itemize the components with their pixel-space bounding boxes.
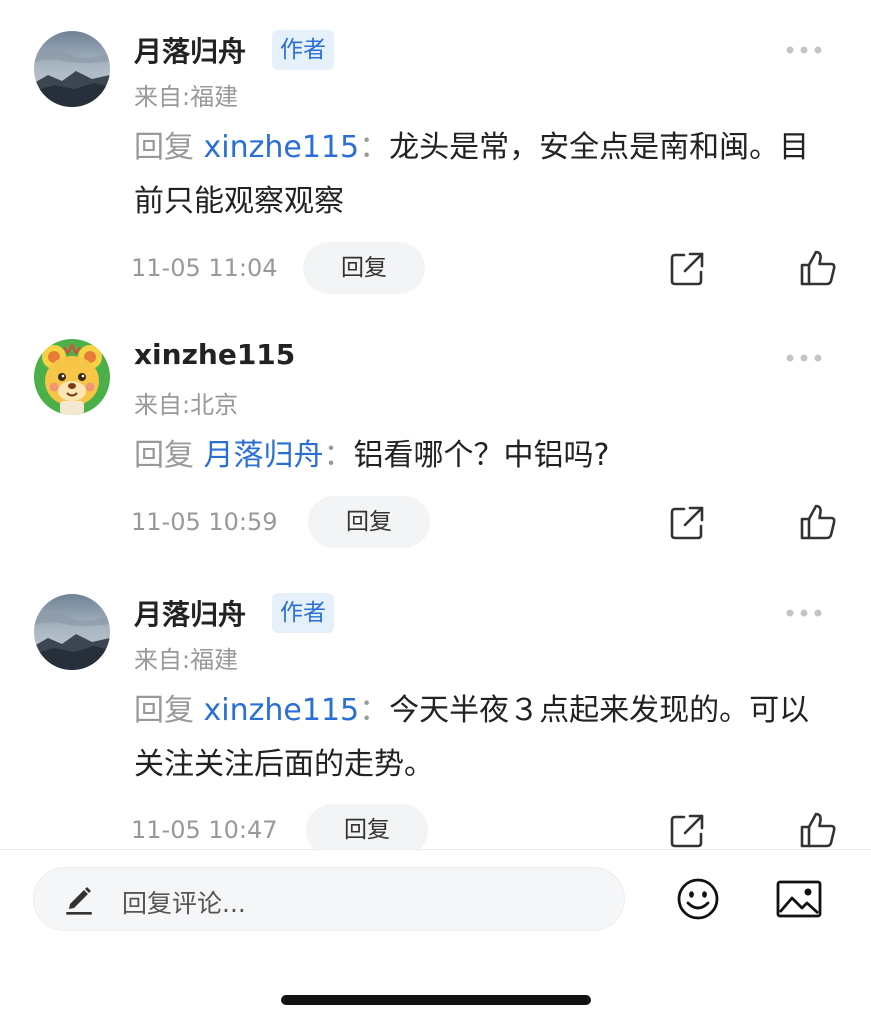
location-label: 来自:福建: [134, 646, 239, 674]
avatar[interactable]: [34, 339, 110, 415]
reply-prefix: 回复: [134, 130, 194, 165]
comment-meta-row: 11-05 11:04 回复: [0, 242, 871, 296]
share-icon[interactable]: [668, 812, 706, 849]
timestamp: 11-05 10:47: [131, 816, 278, 844]
timestamp: 11-05 10:59: [131, 508, 278, 536]
username[interactable]: 月落归舟: [134, 593, 246, 633]
reply-target-link[interactable]: 月落归舟: [204, 438, 324, 473]
reply-comment-input[interactable]: 回复评论...: [33, 867, 625, 931]
comment-text-block: 回复 月落归舟：铝看哪个？中铝吗?: [134, 429, 834, 483]
comment-item: 月落归舟 作者 来自:福建 回复 xinzhe115：龙头是常，安全点是南和闽。…: [0, 0, 871, 300]
reply-target-link[interactable]: xinzhe115: [204, 130, 360, 165]
thumbs-up-icon[interactable]: [798, 248, 838, 288]
emoji-icon[interactable]: [676, 877, 720, 921]
username[interactable]: xinzhe115: [134, 338, 295, 371]
reply-separator: ：: [323, 438, 354, 473]
comment-text-block: 回复 xinzhe115：今天半夜３点起来发现的。可以关注关注后面的走势。: [134, 684, 834, 792]
more-dots-icon[interactable]: [784, 607, 824, 619]
image-icon[interactable]: [776, 880, 822, 918]
avatar[interactable]: [34, 594, 110, 670]
comment-meta-row: 11-05 10:59 回复: [0, 496, 871, 550]
bottom-reply-bar: 回复评论...: [0, 849, 871, 1025]
comment-item: 月落归舟 作者 来自:福建 回复 xinzhe115：今天半夜３点起来发现的。可…: [0, 563, 871, 849]
reply-button[interactable]: 回复: [308, 496, 430, 548]
timestamp: 11-05 11:04: [131, 254, 278, 282]
reply-separator: ：: [359, 130, 390, 165]
more-dots-icon[interactable]: [784, 352, 824, 364]
thumbs-up-icon[interactable]: [798, 810, 838, 849]
location-label: 来自:北京: [134, 391, 239, 419]
reply-button[interactable]: 回复: [306, 804, 428, 849]
avatar[interactable]: [34, 31, 110, 107]
comment-list: 月落归舟 作者 来自:福建 回复 xinzhe115：龙头是常，安全点是南和闽。…: [0, 0, 871, 849]
home-indicator[interactable]: [281, 995, 591, 1005]
author-badge: 作者: [272, 30, 334, 70]
reply-prefix: 回复: [134, 693, 194, 728]
more-dots-icon[interactable]: [784, 44, 824, 56]
reply-prefix: 回复: [134, 438, 194, 473]
comment-meta-row: 11-05 10:47 回复: [0, 804, 871, 849]
reply-target-link[interactable]: xinzhe115: [204, 693, 360, 728]
author-badge: 作者: [272, 593, 334, 633]
pencil-icon: [66, 887, 92, 915]
location-label: 来自:福建: [134, 83, 239, 111]
username[interactable]: 月落归舟: [134, 30, 246, 70]
thumbs-up-icon[interactable]: [798, 502, 838, 542]
comment-text: 铝看哪个？中铝吗?: [353, 438, 610, 473]
comment-text-block: 回复 xinzhe115：龙头是常，安全点是南和闽。目前只能观察观察: [134, 121, 834, 229]
share-icon[interactable]: [668, 250, 706, 288]
share-icon[interactable]: [668, 504, 706, 542]
reply-input-placeholder: 回复评论...: [122, 889, 246, 918]
reply-separator: ：: [359, 693, 390, 728]
reply-button[interactable]: 回复: [303, 242, 425, 294]
comment-item: xinzhe115 来自:北京 回复 月落归舟：铝看哪个？中铝吗? 11-05 …: [0, 308, 871, 558]
